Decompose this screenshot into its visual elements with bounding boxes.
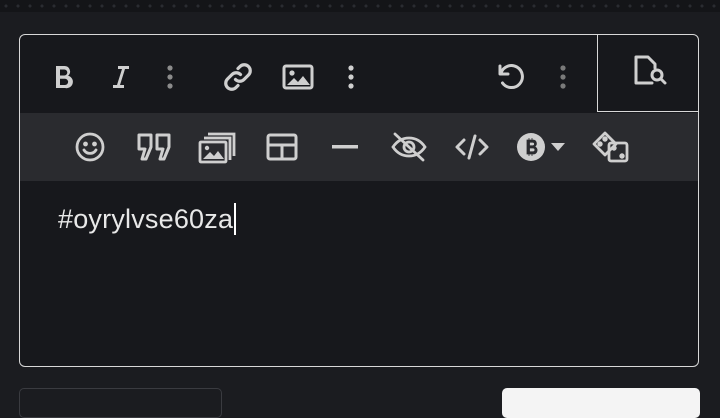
bitcoin-icon xyxy=(516,132,546,162)
image-button[interactable] xyxy=(278,57,318,97)
secondary-action-button[interactable] xyxy=(19,388,222,418)
link-icon xyxy=(222,61,254,93)
preview-icon xyxy=(632,54,668,91)
editor-toolbar-secondary xyxy=(20,113,698,181)
dice-button[interactable] xyxy=(591,127,631,167)
table-icon xyxy=(266,133,298,161)
editor-toolbar-primary xyxy=(20,35,698,113)
top-pattern-strip xyxy=(0,0,720,12)
more-vertical-icon xyxy=(348,65,354,89)
bitcoin-dropdown-button[interactable] xyxy=(512,127,568,167)
code-button[interactable] xyxy=(452,127,492,167)
emoji-icon xyxy=(74,131,106,163)
more-vertical-icon xyxy=(560,65,566,89)
bold-icon xyxy=(50,63,76,91)
more-options-button-1[interactable] xyxy=(155,57,185,97)
quote-icon xyxy=(136,132,172,162)
caret-down-icon xyxy=(550,143,565,151)
gallery-button[interactable] xyxy=(198,127,238,167)
emoji-button[interactable] xyxy=(70,127,110,167)
italic-icon xyxy=(109,63,133,91)
italic-button[interactable] xyxy=(101,57,141,97)
more-options-button-3[interactable] xyxy=(548,57,578,97)
horizontal-rule-icon xyxy=(332,144,358,150)
undo-button[interactable] xyxy=(490,57,530,97)
horizontal-rule-button[interactable] xyxy=(325,127,365,167)
image-icon xyxy=(282,64,314,90)
code-icon xyxy=(454,133,490,161)
markdown-editor: #oyrylvse60za xyxy=(19,34,699,367)
text-cursor xyxy=(234,203,237,235)
more-vertical-icon xyxy=(167,65,173,89)
gallery-icon xyxy=(198,130,238,164)
editor-content-text: #oyrylvse60za xyxy=(58,203,234,234)
bold-button[interactable] xyxy=(43,57,83,97)
preview-toggle-button[interactable] xyxy=(597,35,698,112)
dice-icon xyxy=(591,130,631,164)
spoiler-button[interactable] xyxy=(389,127,429,167)
primary-action-button[interactable] xyxy=(502,388,700,418)
quote-button[interactable] xyxy=(134,127,174,167)
link-button[interactable] xyxy=(218,57,258,97)
table-button[interactable] xyxy=(262,127,302,167)
more-options-button-2[interactable] xyxy=(336,57,366,97)
eye-slash-icon xyxy=(390,131,428,163)
undo-icon xyxy=(494,61,526,93)
editor-text-area[interactable]: #oyrylvse60za xyxy=(58,203,237,235)
